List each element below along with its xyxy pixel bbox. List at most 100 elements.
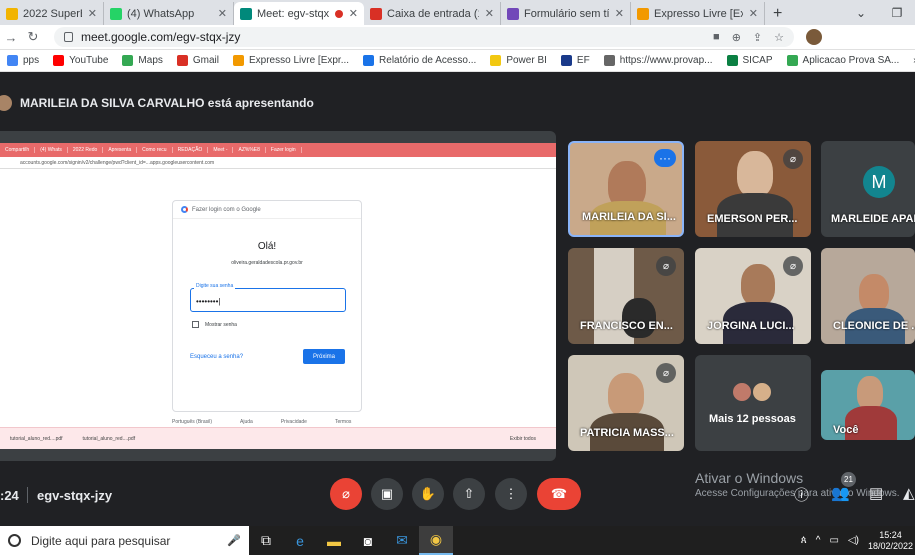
shared-tab: 2022 Redo xyxy=(68,147,104,153)
zoom-icon[interactable]: ⊕ xyxy=(732,31,741,44)
people-icon[interactable]: 👥 xyxy=(831,484,850,502)
camera-button[interactable]: ▣ xyxy=(371,478,403,510)
network-icon[interactable]: ▭ xyxy=(829,535,838,546)
tab-favicon-icon xyxy=(507,7,519,20)
bookmark-icon xyxy=(233,55,244,66)
bookmark-item[interactable]: SICAP xyxy=(720,55,780,66)
participant-name: JORGINA LUCI... xyxy=(707,320,795,332)
password-field: ••••••••| xyxy=(190,288,346,312)
browser-tab[interactable]: (4) WhatsApp ✕ xyxy=(104,2,234,25)
activities-icon[interactable]: ◭ xyxy=(903,484,915,502)
browser-tab[interactable]: Caixa de entrada (13 ✕ xyxy=(364,2,501,25)
tab-favicon-icon xyxy=(637,7,649,20)
close-tab-icon[interactable]: ✕ xyxy=(749,7,758,20)
presenting-text: MARILEIA DA SILVA CARVALHO está apresent… xyxy=(20,96,314,110)
person-icon[interactable]: ጰ xyxy=(801,535,807,546)
task-view-icon[interactable]: ⧉ xyxy=(249,526,283,555)
more-participants-tile[interactable]: Mais 12 pessoas xyxy=(695,355,811,451)
bookmark-item[interactable]: Gmail xyxy=(170,55,226,66)
lock-icon xyxy=(64,32,73,42)
bookmark-label: Expresso Livre [Expr... xyxy=(249,55,350,66)
bookmark-item[interactable]: Maps xyxy=(115,55,169,66)
browser-tab[interactable]: Meet: egv-stqx-jz ✕ xyxy=(234,2,364,25)
close-tab-icon[interactable]: ✕ xyxy=(615,7,624,20)
microphone-icon[interactable]: 🎤 xyxy=(227,534,241,547)
participant-name: MARLEIDE APAR xyxy=(831,213,915,225)
bookmark-label: Gmail xyxy=(192,55,219,66)
participant-tile[interactable]: ··· MARILEIA DA SI... xyxy=(568,141,684,237)
taskbar-search[interactable]: Digite aqui para pesquisar 🎤 xyxy=(0,526,249,555)
tab-label: Caixa de entrada (13 xyxy=(387,7,479,20)
present-button[interactable]: ⇧ xyxy=(453,478,485,510)
bookmark-item[interactable]: Expresso Livre [Expr... xyxy=(226,55,356,66)
participant-avatar xyxy=(731,381,753,403)
url-text: meet.google.com/egv-stqx-jzy xyxy=(81,30,241,44)
close-tab-icon[interactable]: ✕ xyxy=(349,7,358,20)
close-tab-icon[interactable]: ✕ xyxy=(218,7,227,20)
bookmark-item[interactable]: YouTube xyxy=(46,55,115,66)
url-field[interactable]: meet.google.com/egv-stqx-jzy ■ ⊕ ⇪ ☆ xyxy=(54,27,794,47)
bookmark-item[interactable]: Aplicacao Prova SA... xyxy=(780,55,907,66)
participant-tile[interactable]: ⌀ FRANCISCO EN... xyxy=(568,248,684,344)
bookmark-item[interactable]: https://www.provap... xyxy=(597,55,720,66)
bookmark-item[interactable]: EF xyxy=(554,55,597,66)
login-header: Fazer login com o Google xyxy=(192,206,261,213)
bookmark-icon xyxy=(786,55,798,66)
mic-off-icon: ⌀ xyxy=(656,363,676,383)
self-tile[interactable]: Você xyxy=(821,370,915,440)
store-icon[interactable]: ◙ xyxy=(351,526,385,555)
volume-icon[interactable]: ◁) xyxy=(848,535,859,546)
bookmark-icon xyxy=(122,55,134,66)
browser-tab[interactable]: Expresso Livre [Expre ✕ xyxy=(631,2,765,25)
bookmarks-overflow-icon[interactable]: » xyxy=(906,55,915,66)
bookmark-item[interactable]: Power BI xyxy=(483,55,554,66)
back-icon[interactable]: → xyxy=(0,30,22,45)
taskbar-clock[interactable]: 15:24 18/02/2022 xyxy=(868,530,913,552)
profile-avatar[interactable] xyxy=(806,29,822,45)
share-icon[interactable]: ⇪ xyxy=(753,31,762,44)
participant-initial: M xyxy=(863,166,895,198)
mail-icon[interactable]: ✉ xyxy=(385,526,419,555)
reload-icon[interactable]: ↻ xyxy=(22,29,44,45)
raise-hand-button[interactable]: ✋ xyxy=(412,478,444,510)
bookmark-label: SICAP xyxy=(742,55,773,66)
mic-off-button[interactable]: ⌀ xyxy=(330,478,362,510)
participant-tile[interactable]: M MARLEIDE APAR xyxy=(821,141,915,237)
participant-tile[interactable]: ⌀ PATRICIA MASS... xyxy=(568,355,684,451)
browser-tab[interactable]: Formulário sem títul ✕ xyxy=(501,2,631,25)
participant-tile[interactable]: CLEONICE DE ... xyxy=(821,248,915,344)
more-options-icon[interactable]: ··· xyxy=(654,149,676,167)
participant-name: MARILEIA DA SI... xyxy=(582,211,676,223)
google-icon xyxy=(181,206,188,213)
show-all-downloads: Exibir todos xyxy=(509,435,536,442)
close-tab-icon[interactable]: ✕ xyxy=(485,7,494,20)
tab-search-icon[interactable]: ⌄ xyxy=(843,6,879,20)
chat-icon[interactable]: ▤ xyxy=(869,484,883,502)
participant-name: PATRICIA MASS... xyxy=(580,427,674,439)
participant-tile[interactable]: ⌀ EMERSON PER... xyxy=(695,141,811,237)
more-options-button[interactable]: ⋮ xyxy=(495,478,527,510)
browser-tab[interactable]: 2022 SuperBI - NRE - ✕ xyxy=(0,2,104,25)
tab-label: 2022 SuperBI - NRE - xyxy=(23,7,82,20)
chrome-icon[interactable]: ◉ xyxy=(419,526,453,555)
file-explorer-icon[interactable]: ▬ xyxy=(317,526,351,555)
search-placeholder: Digite aqui para pesquisar xyxy=(31,533,171,548)
participant-name: EMERSON PER... xyxy=(707,213,798,225)
bookmark-label: YouTube xyxy=(69,55,109,66)
camera-icon[interactable]: ■ xyxy=(713,31,720,44)
restore-icon[interactable]: ❐ xyxy=(879,6,915,20)
info-icon[interactable]: ⓘ xyxy=(794,484,809,505)
new-tab-button[interactable]: + xyxy=(765,2,790,25)
chevron-up-icon[interactable]: ^ xyxy=(816,535,821,546)
bookmark-item[interactable]: pps xyxy=(0,55,46,66)
edge-icon[interactable]: e xyxy=(283,526,317,555)
participant-tile[interactable]: ⌀ JORGINA LUCI... xyxy=(695,248,811,344)
language-select: Português (Brasil) xyxy=(172,419,213,425)
checkbox-icon xyxy=(192,321,199,328)
forgot-password-link: Esqueceu a senha? xyxy=(190,354,244,360)
downloads-bar: tutorial_aluno_red....pdf tutorial_aluno… xyxy=(0,427,556,449)
bookmark-item[interactable]: Relatório de Acesso... xyxy=(356,55,483,66)
leave-call-button[interactable]: ☎ xyxy=(537,478,581,510)
close-tab-icon[interactable]: ✕ xyxy=(88,7,97,20)
star-icon[interactable]: ☆ xyxy=(774,31,784,44)
